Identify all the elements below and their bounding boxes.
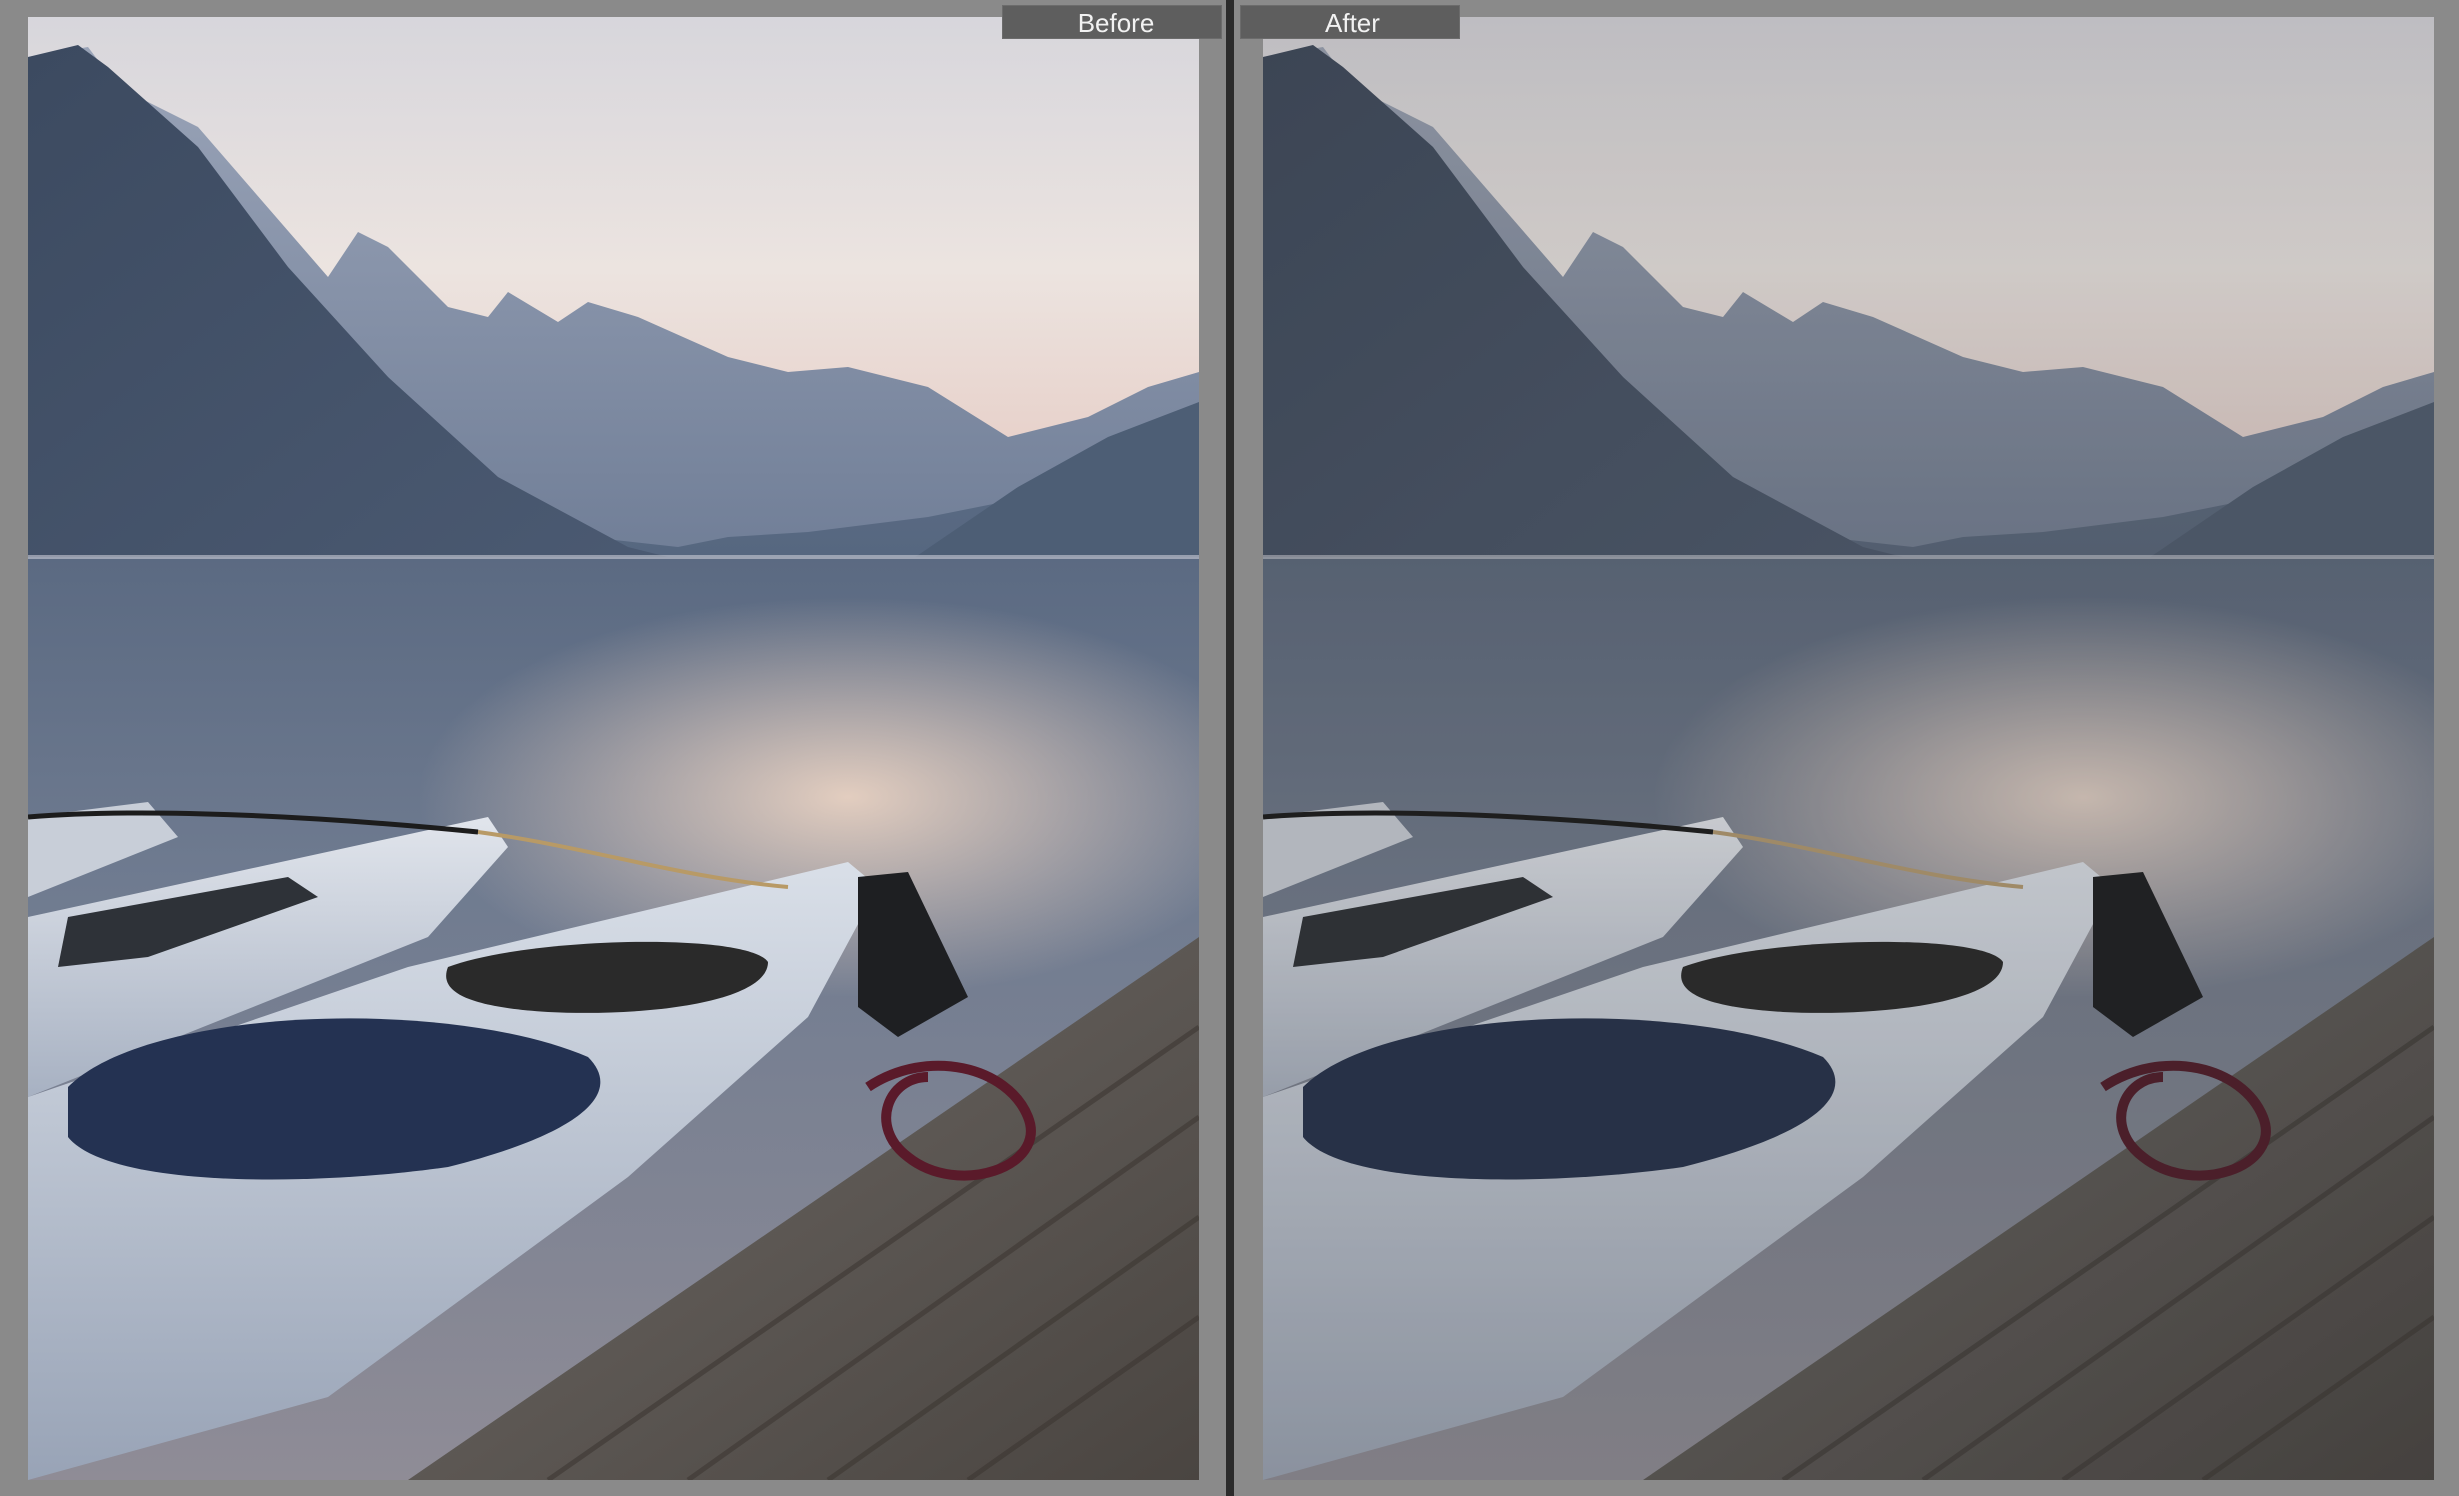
before-image (28, 17, 1199, 1480)
before-label: Before (1002, 5, 1222, 39)
after-pane: After (1234, 0, 2459, 1496)
after-photo[interactable] (1263, 17, 2434, 1480)
split-divider (1226, 0, 1234, 1496)
before-pane: Before (0, 0, 1226, 1496)
after-image (1263, 17, 2434, 1480)
after-label: After (1240, 5, 1460, 39)
before-photo[interactable] (28, 17, 1199, 1480)
compare-view: Before After (0, 0, 2459, 1496)
